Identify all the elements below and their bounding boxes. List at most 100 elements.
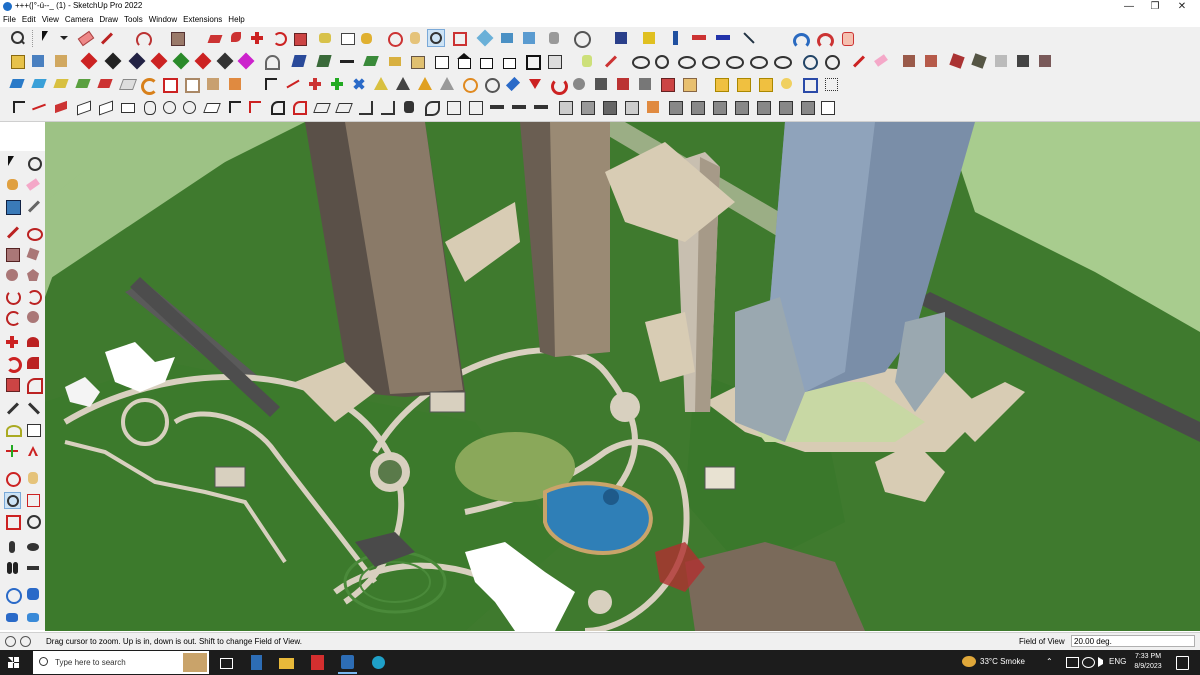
move-left-icon[interactable] [4, 334, 21, 351]
cube-orange-icon[interactable] [644, 98, 662, 116]
curve-red-icon[interactable] [290, 98, 308, 116]
corner-arrow-icon[interactable] [262, 75, 280, 93]
notifications-icon[interactable] [1176, 656, 1189, 670]
menu-draw[interactable]: Draw [96, 14, 121, 26]
windows-start-icon[interactable] [8, 657, 19, 668]
ruler-2-icon[interactable] [510, 98, 528, 116]
dimension-left-icon[interactable] [25, 401, 42, 418]
extrude-dark-2-icon[interactable] [216, 52, 234, 70]
group-box-icon[interactable] [52, 52, 70, 70]
shape-outline-icon[interactable] [818, 98, 836, 116]
cube-line-3-icon[interactable] [600, 98, 618, 116]
section-fill-icon[interactable] [640, 29, 658, 47]
position-camera-icon[interactable] [4, 539, 21, 556]
box-closed-icon[interactable] [432, 52, 450, 70]
redo-arc-icon[interactable] [814, 29, 834, 49]
arc-2pt-icon[interactable] [25, 288, 42, 305]
menu-help[interactable]: Help [225, 14, 247, 26]
ruler-icon[interactable] [488, 98, 506, 116]
volume-icon[interactable] [1098, 657, 1108, 667]
pencil-line-icon[interactable] [98, 29, 116, 47]
flip-arrows-icon[interactable] [690, 29, 708, 47]
follow-me-icon[interactable] [227, 29, 245, 47]
trim-icon[interactable] [10, 98, 28, 116]
material-dark-icon[interactable] [970, 52, 988, 70]
cube-line-icon[interactable] [556, 98, 574, 116]
cross-green-icon[interactable] [328, 75, 346, 93]
arc-icon[interactable] [134, 29, 152, 48]
pie-icon[interactable] [25, 309, 42, 326]
x-blue-icon[interactable] [350, 75, 368, 93]
plate-blue-icon[interactable] [8, 75, 26, 93]
slope-red-icon[interactable] [52, 98, 70, 116]
ellipse-2-icon[interactable] [700, 52, 720, 70]
section-plane-icon[interactable] [612, 29, 630, 47]
curve-bend-icon[interactable] [262, 52, 280, 70]
clock[interactable]: 7:33 PM 8/9/2023 [1130, 652, 1166, 672]
box-tan-icon[interactable] [204, 75, 222, 93]
circle-left-icon[interactable] [4, 267, 21, 284]
pan-left-icon[interactable] [25, 470, 42, 487]
sketchup-taskbar-icon[interactable] [338, 653, 357, 674]
material-brown-icon[interactable] [900, 52, 918, 70]
task-view-icon[interactable] [216, 653, 235, 672]
plate-green-icon[interactable] [74, 75, 92, 93]
line-tool-icon[interactable] [740, 29, 758, 47]
material-slate-icon[interactable] [1036, 52, 1054, 70]
dots-line-icon[interactable] [338, 52, 356, 70]
frame-tan-icon[interactable] [182, 75, 200, 93]
box-open-icon[interactable] [408, 52, 426, 70]
grid-yellow-3-icon[interactable] [756, 75, 774, 93]
menu-camera[interactable]: Camera [62, 14, 96, 26]
cube-grey-icon[interactable] [636, 75, 654, 93]
menu-window[interactable]: Window [146, 14, 180, 26]
text-tool-icon[interactable] [25, 422, 42, 439]
hand-pointer-icon[interactable] [838, 29, 856, 47]
slope-white-2-icon[interactable] [96, 98, 114, 116]
pen-red-icon[interactable] [602, 52, 620, 70]
stripes-6-icon[interactable] [776, 98, 794, 116]
chevron-up-icon[interactable]: ⌃ [1046, 657, 1053, 666]
ellipse-icon[interactable] [676, 52, 696, 70]
rotate-icon[interactable] [270, 29, 288, 47]
cube-dark-icon[interactable] [592, 75, 610, 93]
plate-yellow-icon[interactable] [52, 75, 70, 93]
grid-red-icon[interactable] [658, 75, 676, 93]
scale-left-icon[interactable] [4, 376, 21, 393]
hand-green-icon[interactable] [578, 52, 596, 70]
eraser-left-icon[interactable] [25, 176, 42, 193]
fold-icon[interactable] [118, 98, 136, 116]
sphere-2-icon[interactable] [180, 98, 198, 116]
material-black-icon[interactable] [1014, 52, 1032, 70]
make-component-icon[interactable] [25, 154, 42, 171]
angle-arc-icon[interactable] [268, 98, 286, 116]
help-icon[interactable] [5, 636, 16, 647]
follow-me-left-icon[interactable] [25, 355, 42, 372]
menu-edit[interactable]: Edit [19, 14, 39, 26]
minimize-button[interactable]: — [1115, 0, 1143, 14]
eraser-icon[interactable] [76, 29, 95, 47]
rotate-orange-icon[interactable] [460, 75, 478, 93]
walk-left-icon[interactable] [4, 560, 21, 577]
slice-green-icon[interactable] [315, 52, 333, 70]
undo-arc-icon[interactable] [790, 29, 810, 49]
language-indicator[interactable]: ENG [1109, 657, 1126, 666]
rectangle-shape-icon[interactable] [168, 29, 186, 47]
axes-icon[interactable] [4, 443, 21, 460]
3d-text-icon[interactable] [25, 443, 42, 460]
zoom-window-icon[interactable] [25, 492, 42, 509]
home-icon[interactable] [455, 52, 473, 70]
dots-grid-icon[interactable] [822, 75, 840, 93]
house-outline-2-icon[interactable] [500, 52, 518, 70]
hatch-2-icon[interactable] [466, 98, 484, 116]
zoom-extents-icon[interactable] [450, 29, 468, 47]
top-view-icon[interactable] [498, 29, 516, 47]
stripes-7-icon[interactable] [798, 98, 816, 116]
paint-bucket-icon[interactable] [358, 29, 376, 47]
stair-icon[interactable] [356, 98, 374, 116]
stripes-2-icon[interactable] [688, 98, 706, 116]
ellipse-4-icon[interactable] [748, 52, 768, 70]
orbit-icon[interactable] [385, 29, 403, 47]
material-grey-icon[interactable] [992, 52, 1010, 70]
polygon-icon[interactable] [25, 267, 42, 284]
